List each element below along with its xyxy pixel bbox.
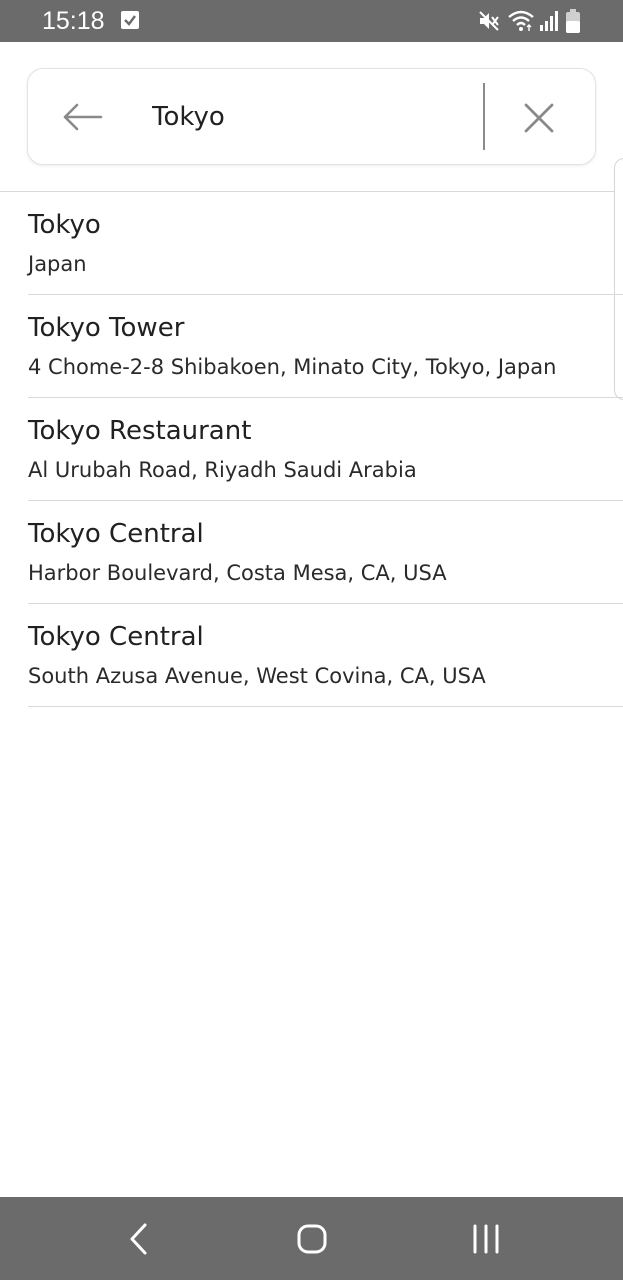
result-subtitle: Japan bbox=[28, 252, 87, 276]
result-title: Tokyo Central bbox=[28, 519, 204, 549]
navigation-bar bbox=[0, 1197, 623, 1280]
arrow-left-icon[interactable] bbox=[61, 99, 103, 135]
battery-icon bbox=[566, 9, 580, 37]
recents-icon[interactable] bbox=[466, 1221, 506, 1257]
mute-icon bbox=[478, 10, 500, 36]
result-subtitle: Al Urubah Road, Riyadh Saudi Arabia bbox=[28, 458, 417, 482]
result-title: Tokyo Tower bbox=[28, 313, 185, 343]
status-bar: 15:18 bbox=[0, 0, 623, 42]
wifi-icon bbox=[507, 9, 535, 37]
search-input[interactable] bbox=[152, 97, 472, 137]
result-subtitle: 4 Chome-2-8 Shibakoen, Minato City, Toky… bbox=[28, 355, 557, 379]
result-subtitle: South Azusa Avenue, West Covina, CA, USA bbox=[28, 664, 486, 688]
status-time: 15:18 bbox=[42, 7, 105, 35]
result-subtitle: Harbor Boulevard, Costa Mesa, CA, USA bbox=[28, 561, 447, 585]
result-title: Tokyo Restaurant bbox=[28, 416, 252, 446]
home-icon[interactable] bbox=[292, 1221, 332, 1257]
checkbox-notification-icon bbox=[121, 11, 139, 33]
results-list: Tokyo Japan Tokyo Tower 4 Chome-2-8 Shib… bbox=[0, 192, 623, 707]
list-item[interactable]: Tokyo Central Harbor Boulevard, Costa Me… bbox=[28, 501, 623, 604]
result-title: Tokyo Central bbox=[28, 622, 204, 652]
search-divider bbox=[483, 83, 485, 150]
list-item[interactable]: Tokyo Central South Azusa Avenue, West C… bbox=[28, 604, 623, 707]
close-icon[interactable] bbox=[523, 102, 555, 134]
back-icon[interactable] bbox=[120, 1221, 160, 1257]
search-box bbox=[27, 68, 596, 165]
list-item[interactable]: Tokyo Restaurant Al Urubah Road, Riyadh … bbox=[28, 398, 623, 501]
list-item[interactable]: Tokyo Japan bbox=[28, 192, 623, 295]
list-item[interactable]: Tokyo Tower 4 Chome-2-8 Shibakoen, Minat… bbox=[28, 295, 623, 398]
result-title: Tokyo bbox=[28, 210, 101, 240]
signal-icon bbox=[539, 11, 559, 35]
